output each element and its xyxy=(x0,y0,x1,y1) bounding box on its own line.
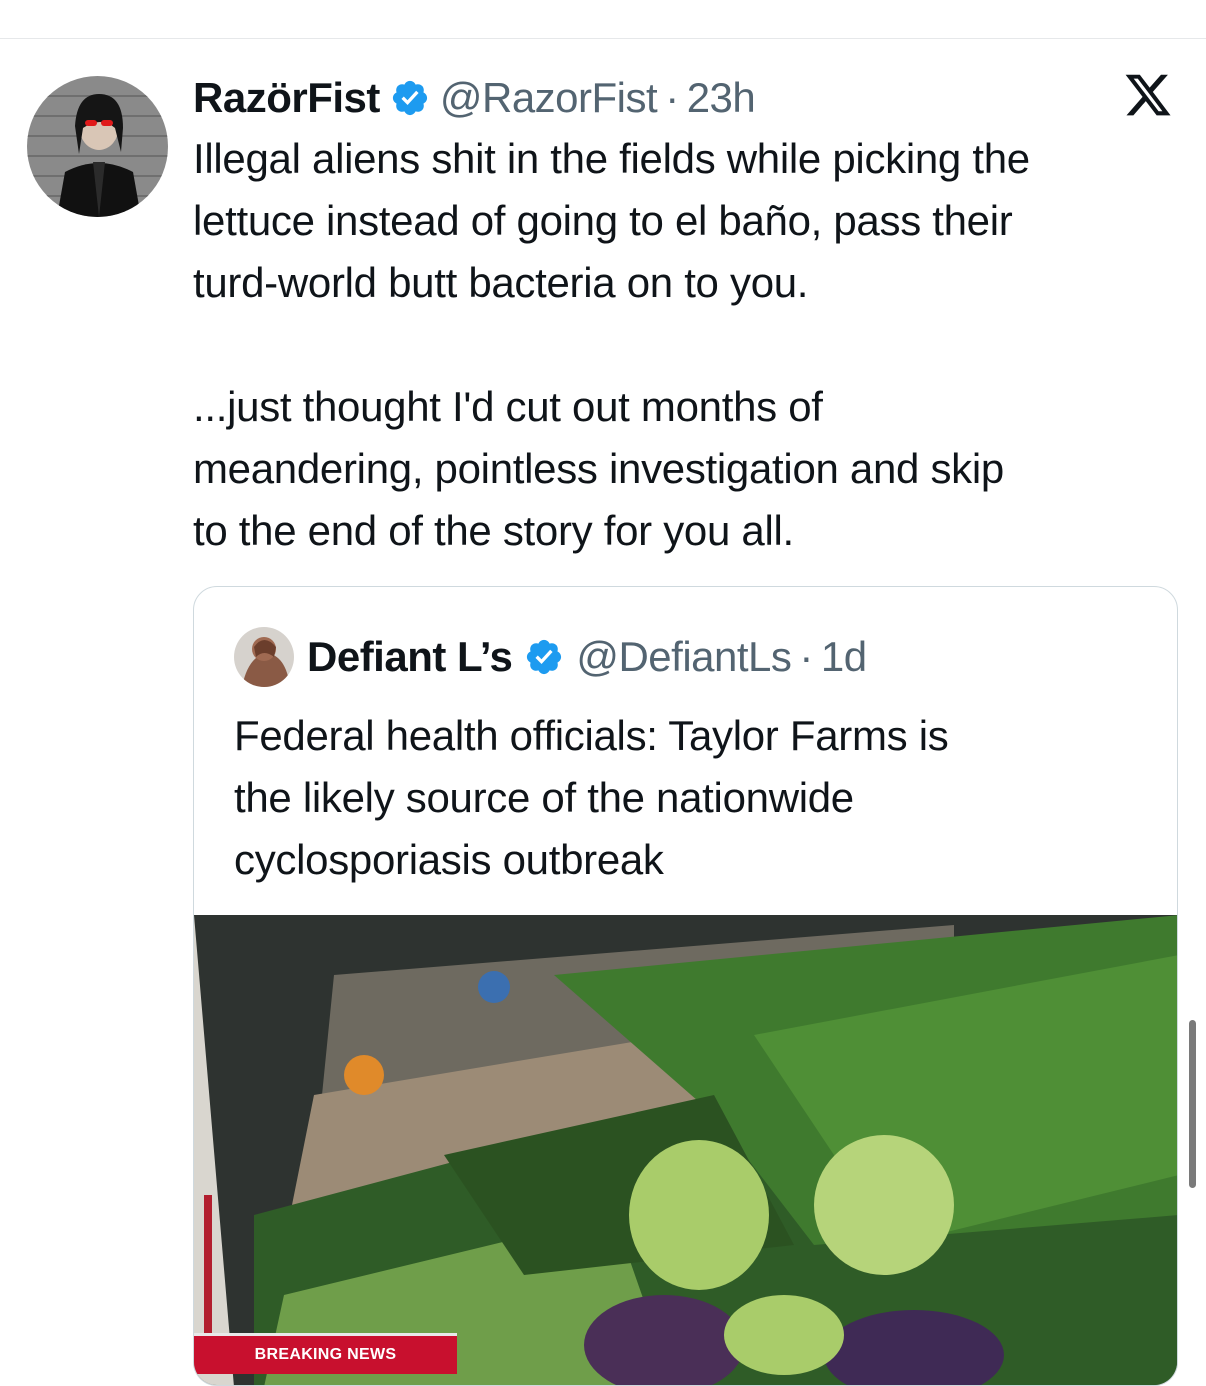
x-logo-icon xyxy=(1125,74,1171,116)
author-avatar[interactable] xyxy=(27,76,168,217)
produce-aisle-image xyxy=(194,915,1177,1385)
author-name[interactable]: RazörFist xyxy=(193,74,380,122)
user-avatar-icon xyxy=(234,627,294,687)
quoted-author-avatar[interactable] xyxy=(234,627,294,687)
verified-badge-icon xyxy=(527,639,562,675)
top-divider xyxy=(0,38,1206,39)
separator-dot: · xyxy=(799,633,813,680)
scrollbar-thumb[interactable] xyxy=(1189,1020,1196,1188)
breaking-news-banner: BREAKING NEWS xyxy=(194,1333,457,1374)
quoted-tweet-header: Defiant L’s @DefiantLs · 1d xyxy=(234,627,867,687)
verified-badge-icon xyxy=(392,80,427,116)
quoted-tweet-media[interactable]: BREAKING NEWS xyxy=(194,915,1177,1385)
quoted-tweet-text: Federal health officials: Taylor Farms i… xyxy=(234,712,949,883)
author-handle[interactable]: @RazorFist xyxy=(440,74,658,122)
quoted-tweet-card[interactable]: Defiant L’s @DefiantLs · 1d Federal heal… xyxy=(193,586,1178,1386)
quoted-tweet-timestamp[interactable]: 1d xyxy=(821,633,867,681)
separator-dot: · xyxy=(665,74,679,121)
tweet-text: Illegal aliens shit in the fields while … xyxy=(193,135,1030,554)
user-avatar-icon xyxy=(27,76,168,217)
tweet-header: RazörFist @RazorFist · 23h xyxy=(193,70,756,126)
quoted-author-name[interactable]: Defiant L’s xyxy=(307,633,513,681)
quoted-author-handle[interactable]: @DefiantLs xyxy=(576,633,792,681)
tweet-timestamp[interactable]: 23h xyxy=(687,74,756,122)
